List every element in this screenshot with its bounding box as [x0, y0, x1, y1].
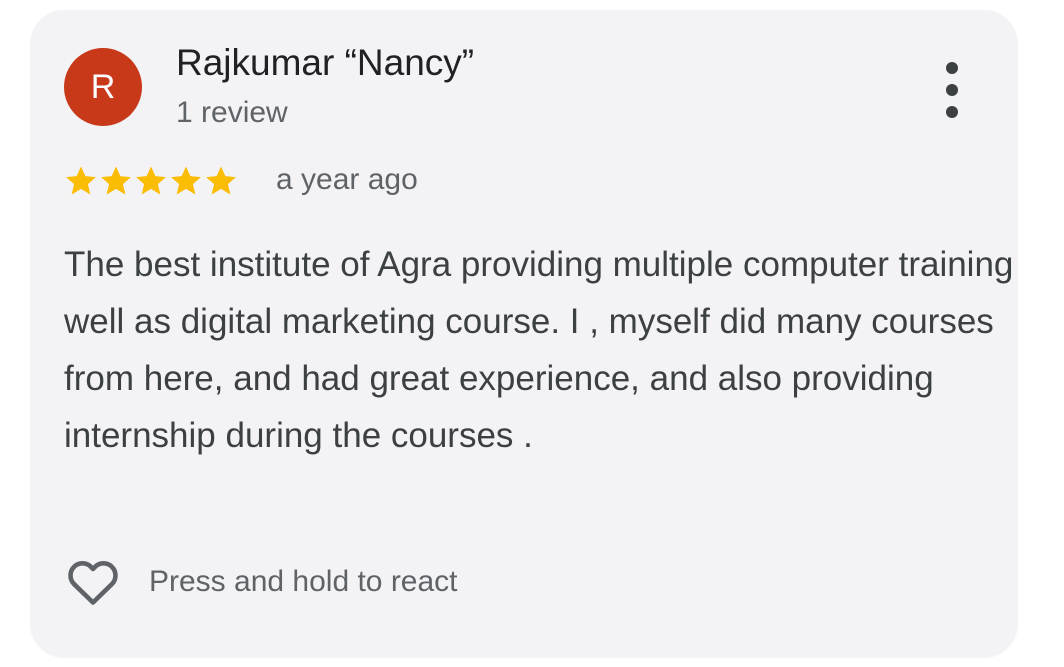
star-rating	[64, 164, 238, 198]
star-icon	[66, 166, 96, 195]
more-vert-icon-dot	[946, 84, 958, 96]
star-icon	[206, 166, 236, 195]
more-options-button[interactable]	[935, 62, 969, 118]
heart-outline-icon	[68, 561, 118, 605]
star-icon	[171, 166, 201, 195]
reviewer-review-count: 1 review	[176, 96, 288, 129]
review-text: The best institute of Agra providing mul…	[64, 245, 1014, 455]
avatar-initial: R	[90, 67, 116, 106]
react-label: Press and hold to react	[149, 565, 458, 598]
react-button[interactable]: Press and hold to react	[64, 553, 458, 611]
more-vert-icon-dot	[946, 62, 958, 74]
more-vert-icon-dot	[946, 106, 958, 118]
review-time: a year ago	[276, 163, 418, 196]
star-icon	[101, 166, 131, 195]
avatar[interactable]: R	[64, 48, 142, 126]
star-icon	[136, 166, 166, 195]
review-card: R Rajkumar “Nancy” 1 review a year ago T…	[30, 10, 1018, 658]
reviewer-name[interactable]: Rajkumar “Nancy”	[176, 42, 474, 84]
